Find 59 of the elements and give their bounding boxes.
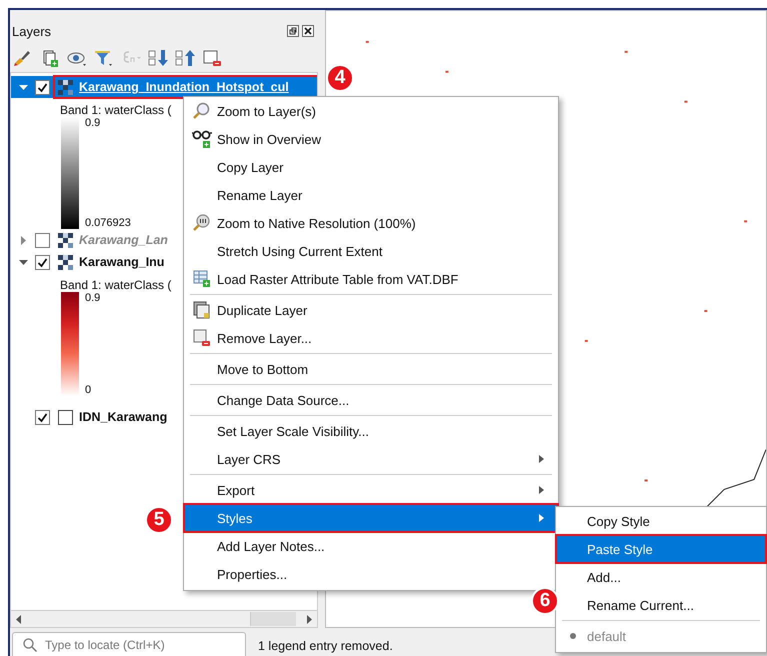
table-icon [192, 270, 210, 288]
layer-name[interactable]: Karawang_Inu [79, 255, 164, 269]
expand-icon[interactable] [147, 48, 169, 68]
search-icon [23, 638, 37, 652]
search-field[interactable]: Type to locate (Ctrl+K) [12, 632, 246, 656]
menu-item[interactable]: Rename Current... [556, 591, 766, 619]
menu-item[interactable]: Set Layer Scale Visibility... [184, 417, 558, 445]
scroll-left-icon[interactable] [15, 614, 23, 624]
menu-item[interactable]: Remove Layer... [184, 324, 558, 352]
menu-item[interactable]: Rename Layer [184, 181, 558, 209]
remove-layer-icon[interactable] [201, 48, 223, 68]
magnifier-icon [192, 214, 210, 232]
layer-name[interactable]: IDN_Karawang [79, 410, 168, 424]
menu-item[interactable]: Paste Style [556, 535, 766, 563]
menu-item[interactable]: Load Raster Attribute Table from VAT.DBF [184, 265, 558, 293]
menu-item[interactable]: Duplicate Layer [184, 296, 558, 324]
horizontal-scrollbar[interactable] [10, 610, 318, 628]
filter-icon[interactable] [93, 48, 115, 68]
menu-item[interactable]: Copy Layer [184, 153, 558, 181]
raster-layer-icon [58, 232, 73, 248]
scrollbar-thumb[interactable] [250, 612, 296, 626]
search-input[interactable]: Type to locate (Ctrl+K) [45, 634, 245, 656]
band-label: Band 1: waterClass ( [60, 102, 172, 118]
menu-item[interactable]: Move to Bottom [184, 355, 558, 383]
close-icon[interactable] [302, 25, 314, 37]
duplicate-layer-icon [192, 301, 210, 319]
layer-checkbox[interactable] [35, 80, 50, 94]
ramp-min-label: 0 [85, 384, 92, 396]
ramp-max-label: 0.9 [85, 117, 102, 129]
glasses-icon [192, 130, 212, 148]
magnifier-icon [192, 102, 210, 120]
menu-item[interactable]: Zoom to Layer(s) [184, 97, 558, 125]
menu-item[interactable]: Layer CRS [184, 445, 558, 473]
collapse-icon[interactable] [174, 48, 196, 68]
band-label: Band 1: waterClass ( [60, 277, 172, 293]
float-icon[interactable] [287, 25, 299, 37]
scroll-right-icon[interactable] [305, 614, 313, 624]
menu-item[interactable]: Add Layer Notes... [184, 532, 558, 560]
raster-layer-icon [58, 254, 73, 270]
layer-checkbox[interactable] [35, 410, 50, 424]
raster-layer-icon [58, 80, 73, 94]
layer-checkbox[interactable] [35, 254, 50, 270]
menu-item[interactable]: Zoom to Native Resolution (100%) [184, 209, 558, 237]
panel-title: Layers [12, 24, 52, 38]
menu-item[interactable]: Properties... [184, 560, 558, 588]
polygon-layer-icon [58, 410, 73, 424]
expander-icon[interactable] [18, 82, 28, 92]
menu-item[interactable]: Copy Style [556, 507, 766, 535]
expander-icon[interactable] [18, 258, 28, 266]
menu-item[interactable]: Export [184, 476, 558, 504]
menu-item[interactable]: Add... [556, 563, 766, 591]
status-message: 1 legend entry removed. [258, 639, 393, 655]
ramp-min-label: 0.076923 [85, 217, 131, 229]
menu-item[interactable]: Change Data Source... [184, 386, 558, 414]
menu-item[interactable]: Styles [184, 504, 558, 532]
menu-item[interactable]: Show in Overview [184, 125, 558, 153]
remove-layer-icon [192, 329, 210, 347]
menu-item[interactable]: Stretch Using Current Extent [184, 237, 558, 265]
ramp-max-label: 0.9 [85, 292, 100, 304]
